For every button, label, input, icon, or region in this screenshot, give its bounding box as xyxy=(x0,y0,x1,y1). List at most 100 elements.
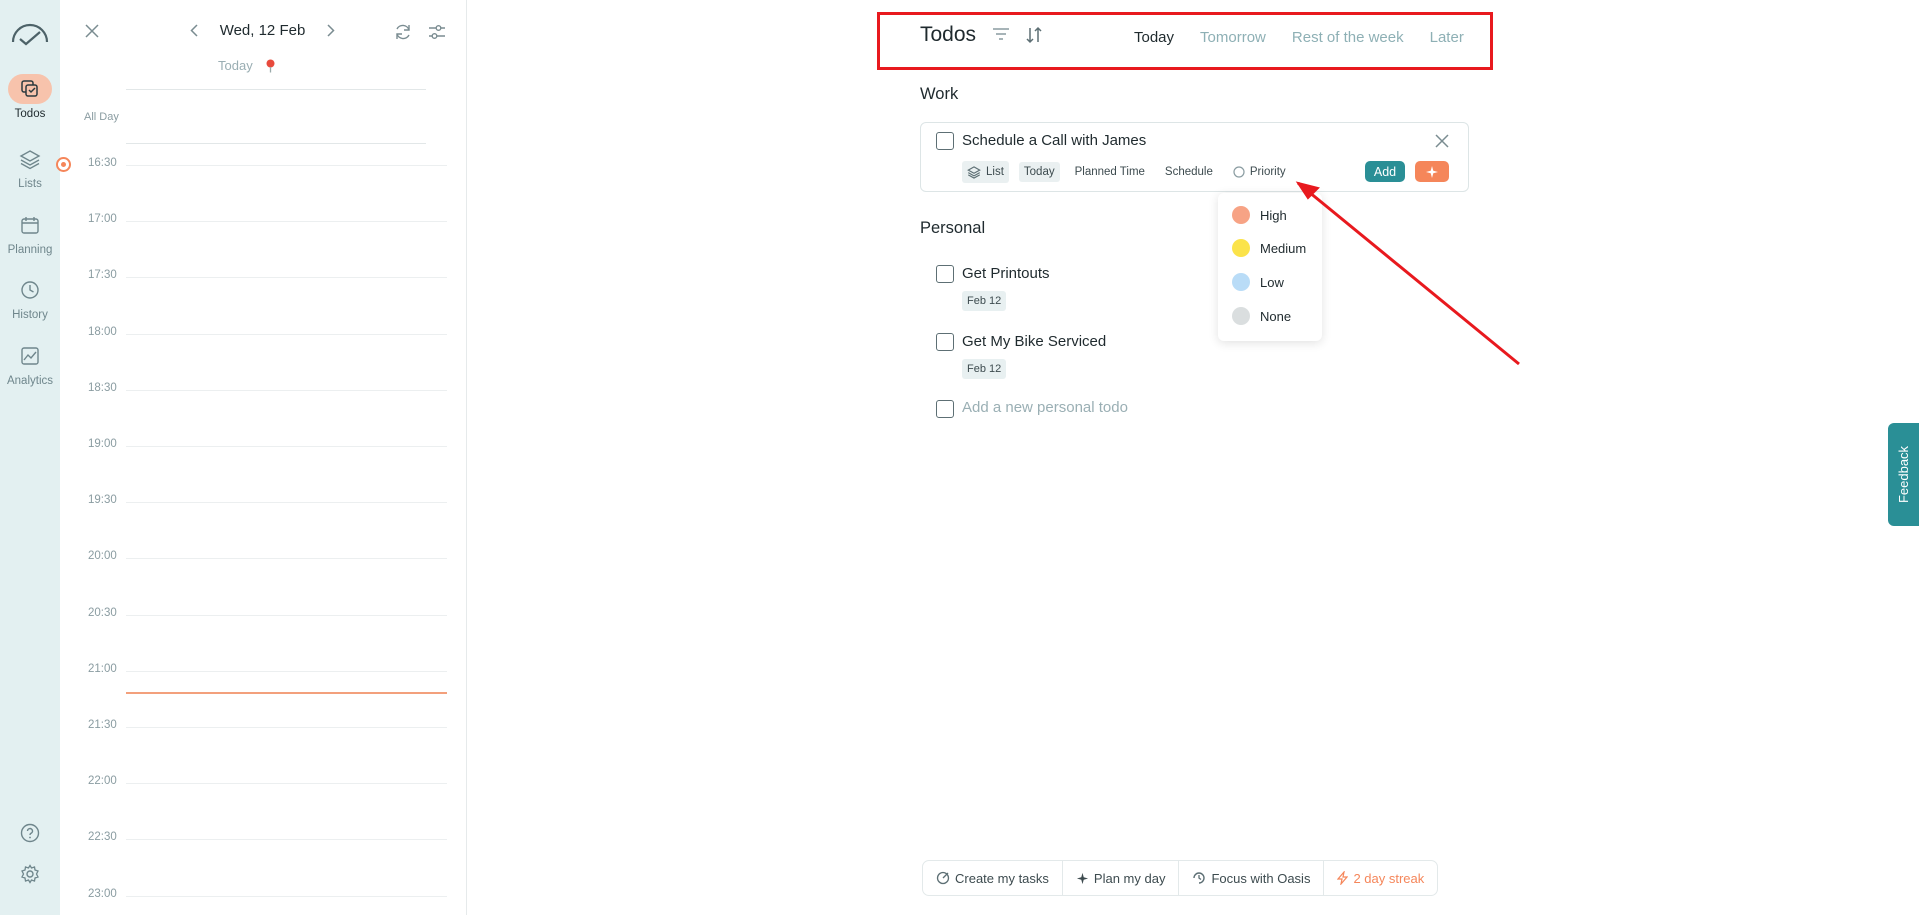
date-navigator: Wed, 12 Feb xyxy=(190,22,335,39)
todo-checkbox[interactable] xyxy=(936,132,954,150)
section-title-personal: Personal xyxy=(920,219,986,237)
sort-button[interactable] xyxy=(1025,26,1043,44)
hour-gridline xyxy=(126,277,447,278)
layers-icon xyxy=(967,166,981,179)
close-calendar-button[interactable] xyxy=(85,24,99,43)
chip-label: Schedule xyxy=(1164,166,1213,178)
new-todo-checkbox[interactable] xyxy=(936,400,954,418)
option-label: Low xyxy=(1260,274,1284,290)
app-logo xyxy=(11,23,49,46)
hour-row[interactable]: 21:30 xyxy=(60,719,467,739)
hour-row[interactable]: 18:30 xyxy=(60,382,467,402)
nav-item-todos[interactable]: Todos xyxy=(0,74,60,120)
nav-label: Planning xyxy=(7,244,53,256)
nav-item-planning[interactable]: Planning xyxy=(0,210,60,256)
section-title-work: Work xyxy=(920,85,959,103)
priority-medium-dot xyxy=(1232,239,1250,257)
filter-button[interactable] xyxy=(992,26,1010,42)
chip-label: List xyxy=(986,166,1004,178)
calendar-panel: Wed, 12 Feb Today All Day 16:30 17:00 17:3… xyxy=(56,0,467,915)
tab-rest-of-week[interactable]: Rest of the week xyxy=(1292,29,1404,46)
hour-label: 19:00 xyxy=(88,438,117,450)
date-tag[interactable]: Feb 12 xyxy=(962,359,1007,379)
plan-day-button[interactable]: Plan my day xyxy=(1061,861,1179,895)
list-chip[interactable]: List xyxy=(962,161,1009,183)
date-tabs: Today Tomorrow Rest of the week Later xyxy=(1134,29,1464,46)
tab-today[interactable]: Today xyxy=(1134,29,1174,46)
hour-gridline xyxy=(126,896,447,897)
hour-gridline xyxy=(126,615,447,616)
nav-item-history[interactable]: History xyxy=(0,275,60,321)
todo-checkbox[interactable] xyxy=(936,265,954,283)
hour-row[interactable]: 19:30 xyxy=(60,494,467,514)
nav-item-analytics[interactable]: Analytics xyxy=(0,341,60,387)
hour-row[interactable]: 22:00 xyxy=(60,775,467,795)
today-chip[interactable]: Today xyxy=(1018,162,1060,182)
date-tag[interactable]: Feb 12 xyxy=(962,291,1007,311)
help-button[interactable] xyxy=(0,823,60,843)
next-day-button[interactable] xyxy=(327,24,335,37)
hour-row[interactable]: 19:00 xyxy=(60,438,467,458)
hour-row[interactable]: 17:00 xyxy=(60,213,467,233)
schedule-chip[interactable]: Schedule xyxy=(1160,162,1218,182)
focus-icon xyxy=(1193,872,1206,884)
sparkle-icon xyxy=(1076,872,1088,884)
hour-row[interactable]: 17:30 xyxy=(60,269,467,289)
nav-label: Todos xyxy=(14,108,46,120)
todo-title[interactable]: Get Printouts xyxy=(962,265,1050,282)
close-icon xyxy=(85,24,99,38)
previous-day-button[interactable] xyxy=(190,24,198,37)
action-label: Plan my day xyxy=(1093,870,1166,886)
current-time-indicator xyxy=(56,157,71,172)
new-todo-input[interactable]: Add a new personal todo xyxy=(962,399,1128,416)
hour-row[interactable]: 20:00 xyxy=(60,550,467,570)
close-icon xyxy=(1435,134,1449,148)
close-editor-button[interactable] xyxy=(1435,134,1449,148)
hour-gridline xyxy=(126,839,447,840)
hour-row[interactable]: 18:00 xyxy=(60,326,467,346)
hour-gridline xyxy=(126,783,447,784)
hour-row[interactable]: 16:30 xyxy=(60,157,467,177)
priority-high-dot xyxy=(1232,206,1250,224)
tab-tomorrow[interactable]: Tomorrow xyxy=(1200,29,1266,46)
sync-icon xyxy=(396,24,410,40)
hour-label: 18:00 xyxy=(88,326,117,338)
nav-label: Analytics xyxy=(6,375,54,387)
sort-icon xyxy=(1026,26,1042,44)
hour-row[interactable]: 23:00 xyxy=(60,888,467,908)
sync-button[interactable] xyxy=(393,22,413,42)
focus-oasis-button[interactable]: Focus with Oasis xyxy=(1178,861,1323,895)
feedback-tab[interactable]: Feedback xyxy=(1888,423,1919,526)
create-tasks-button[interactable]: Create my tasks xyxy=(923,861,1062,895)
priority-chip[interactable]: Priority xyxy=(1228,162,1291,182)
priority-option-none[interactable]: None xyxy=(1232,307,1291,325)
chevron-right-icon xyxy=(327,24,335,37)
left-nav: Todos Lists Planning History Analytics xyxy=(0,0,60,915)
hour-row[interactable]: 22:30 xyxy=(60,831,467,851)
current-time-line xyxy=(126,692,447,694)
todo-checkbox[interactable] xyxy=(936,333,954,351)
hour-gridline xyxy=(126,727,447,728)
planned-time-chip[interactable]: Planned Time xyxy=(1070,162,1150,182)
hour-row[interactable]: 21:00 xyxy=(60,663,467,683)
todo-title[interactable]: Get My Bike Serviced xyxy=(962,333,1106,350)
lightning-icon xyxy=(1337,871,1349,885)
action-label: Create my tasks xyxy=(955,870,1049,886)
todo-title-input[interactable]: Schedule a Call with James xyxy=(962,132,1146,149)
hour-label: 17:00 xyxy=(88,213,117,225)
tab-later[interactable]: Later xyxy=(1430,29,1464,46)
hour-gridline xyxy=(126,558,447,559)
divider xyxy=(126,143,426,144)
hour-label: 21:00 xyxy=(88,663,117,675)
hour-row[interactable]: 20:30 xyxy=(60,607,467,627)
priority-option-high[interactable]: High xyxy=(1232,206,1287,224)
nav-item-lists[interactable]: Lists xyxy=(0,144,60,190)
priority-option-low[interactable]: Low xyxy=(1232,273,1284,291)
today-link[interactable]: Today xyxy=(218,58,276,73)
calendar-settings-button[interactable] xyxy=(427,22,447,42)
hour-label: 22:30 xyxy=(88,831,117,843)
page-title: Todos xyxy=(920,23,977,46)
settings-button[interactable] xyxy=(0,864,60,884)
streak-badge[interactable]: 2 day streak xyxy=(1323,861,1437,895)
calendar-toolbar xyxy=(393,22,447,42)
